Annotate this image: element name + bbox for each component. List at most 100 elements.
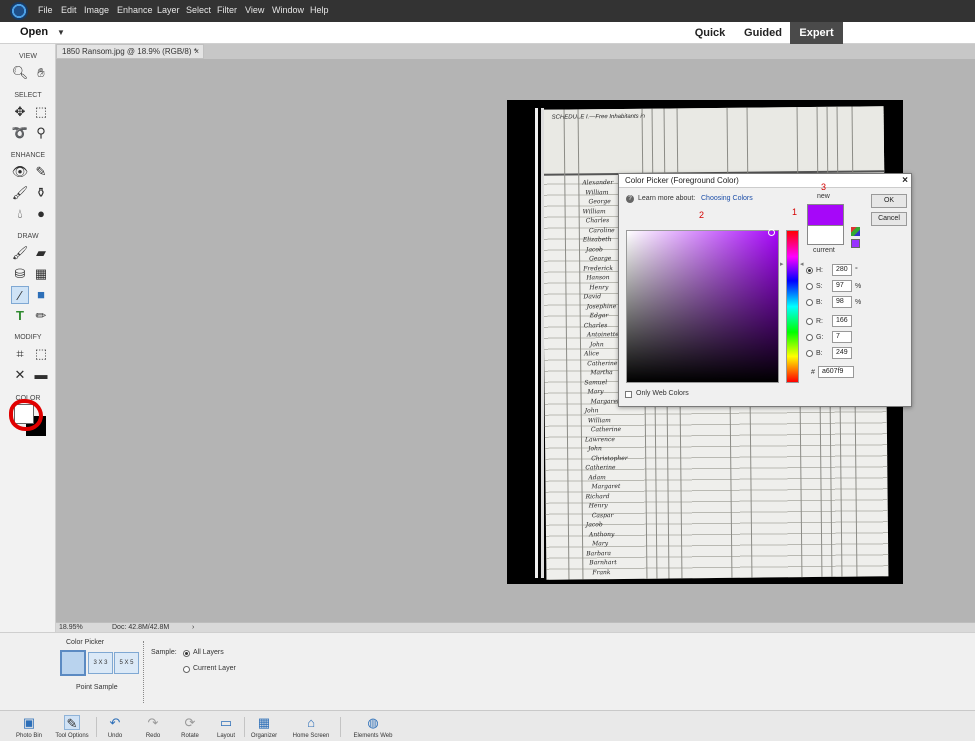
red-input[interactable]: 166 [832,315,852,327]
mode-expert[interactable]: Expert [790,22,843,44]
gradient-tool-icon[interactable]: ▦ [32,265,50,283]
redo-button[interactable]: ↷ Redo [138,711,168,741]
zoom-tool-icon[interactable]: 🔍︎ [11,64,29,82]
red-eye-tool-icon[interactable]: 👁︎ [11,163,29,181]
all-layers-radio[interactable] [183,650,190,657]
brightness-input[interactable]: 98 [832,296,852,308]
only-web-colors-checkbox[interactable] [625,391,632,398]
recompose-tool-icon[interactable]: ⬚ [32,345,50,363]
out-of-gamut-cube-icon[interactable] [851,227,860,236]
hand-tool-icon[interactable]: ✋︎ [32,64,50,82]
menu-help[interactable]: Help [310,5,329,15]
annotation-2: 2 [699,210,705,220]
menu-layer[interactable]: Layer [157,5,180,15]
brush-tool-icon[interactable]: 🖌︎ [11,244,29,262]
content-aware-move-tool-icon[interactable]: ✕ [11,366,29,384]
menu-select[interactable]: Select [186,5,211,15]
census-name-entry: William [585,188,609,196]
pencil-tool-icon[interactable]: ✏︎ [32,307,50,325]
blur-tool-icon[interactable]: 💧︎ [11,205,29,223]
eyedropper-tool-icon[interactable]: ⁄ [11,286,29,304]
status-bar: 18.95% Doc: 42.8M/42.8M › [56,622,975,632]
paint-bucket-tool-icon[interactable]: ⛁ [11,265,29,283]
hue-slider-right-arrow-icon[interactable]: ◂ [800,260,804,268]
point-sample-label: Point Sample [76,684,118,691]
sponge-tool-icon[interactable]: ● [32,205,50,223]
tab-close-icon[interactable]: × [194,45,199,58]
menu-filter[interactable]: Filter [217,5,237,15]
home-icon: ⌂ [307,715,315,730]
green-label: G: [816,334,824,341]
move-tool-icon[interactable]: ✥ [11,103,29,121]
smart-brush-tool-icon[interactable]: 🖌︎ [11,184,29,202]
saturation-input[interactable]: 97 [832,280,852,292]
census-name-entry: Catherine [585,464,616,472]
layout-button[interactable]: ▭ Layout [210,711,242,741]
menu-window[interactable]: Window [272,5,304,15]
undo-icon: ↶ [109,715,121,730]
current-layer-radio[interactable] [183,666,190,673]
blue-radio[interactable] [806,350,813,357]
open-dropdown-icon[interactable]: ▼ [57,28,65,37]
open-button[interactable]: Open [20,26,48,38]
elements-web-button[interactable]: ◍ Elements Web [346,711,400,741]
sample-5x5-button[interactable]: 5 X 5 [114,652,139,674]
menu-file[interactable]: File [38,5,53,15]
annotation-3: 3 [821,182,827,192]
shape-tool-icon[interactable]: ■ [32,286,50,304]
menu-view[interactable]: View [245,5,264,15]
marquee-tool-icon[interactable]: ⬚ [32,103,50,121]
organizer-button[interactable]: ▦ Organizer [246,711,282,741]
blue-input[interactable]: 249 [832,347,852,359]
census-name-entry: Richard [585,492,610,500]
tool-options-button[interactable]: ✎ Tool Options [52,711,92,741]
point-sample-button[interactable] [60,650,86,676]
ok-button[interactable]: OK [871,194,907,208]
spot-healing-tool-icon[interactable]: ✎ [32,163,50,181]
green-radio[interactable] [806,334,813,341]
saturation-unit: % [855,283,862,290]
hue-input[interactable]: 280 [832,264,852,276]
choosing-colors-link[interactable]: Choosing Colors [701,195,753,202]
census-name-entry: Josephine [586,302,617,310]
home-screen-button[interactable]: ⌂ Home Screen [286,711,336,741]
eraser-tool-icon[interactable]: ▰ [32,244,50,262]
census-name-entry: George [588,198,611,206]
current-label: current [813,247,835,254]
photo-bin-button[interactable]: ▣ Photo Bin [9,711,49,741]
clone-stamp-tool-icon[interactable]: ⚱ [32,184,50,202]
census-name-entry: Mary [587,388,604,396]
mode-guided[interactable]: Guided [739,22,787,44]
lasso-tool-icon[interactable]: ➰ [11,124,29,142]
mode-quick[interactable]: Quick [688,22,732,44]
census-name-entry: Edgar [589,312,609,320]
color-field-marker[interactable] [768,229,775,236]
saturation-radio[interactable] [806,283,813,290]
elements-web-label: Elements Web [353,733,393,739]
undo-button[interactable]: ↶ Undo [100,711,130,741]
menu-image[interactable]: Image [84,5,109,15]
dialog-titlebar[interactable]: Color Picker (Foreground Color) × [619,174,911,188]
menu-enhance[interactable]: Enhance [117,5,153,15]
help-icon: ? [626,195,634,203]
straighten-tool-icon[interactable]: ▬ [32,366,50,384]
red-radio[interactable] [806,318,813,325]
menu-edit[interactable]: Edit [61,5,77,15]
green-input[interactable]: 7 [832,331,852,343]
hex-input[interactable]: a607f9 [818,366,854,378]
quick-selection-tool-icon[interactable]: ⚲ [32,124,50,142]
color-field[interactable] [626,230,779,383]
current-color-swatch[interactable] [807,226,844,245]
brightness-radio[interactable] [806,299,813,306]
hue-slider-left-arrow-icon[interactable]: ▸ [780,260,784,268]
cancel-button[interactable]: Cancel [871,212,907,226]
sample-3x3-button[interactable]: 3 X 3 [88,652,113,674]
hue-radio[interactable] [806,267,813,274]
document-tab[interactable]: 1850 Ransom.jpg @ 18.9% (RGB/8) * × [56,44,204,59]
dialog-close-icon[interactable]: × [902,174,908,188]
type-tool-icon[interactable]: T [11,307,29,325]
rotate-button[interactable]: ⟳ Rotate [174,711,206,741]
web-safe-color-swatch[interactable] [851,239,860,248]
hue-slider[interactable] [786,230,799,383]
crop-tool-icon[interactable]: ⌗ [11,345,29,363]
